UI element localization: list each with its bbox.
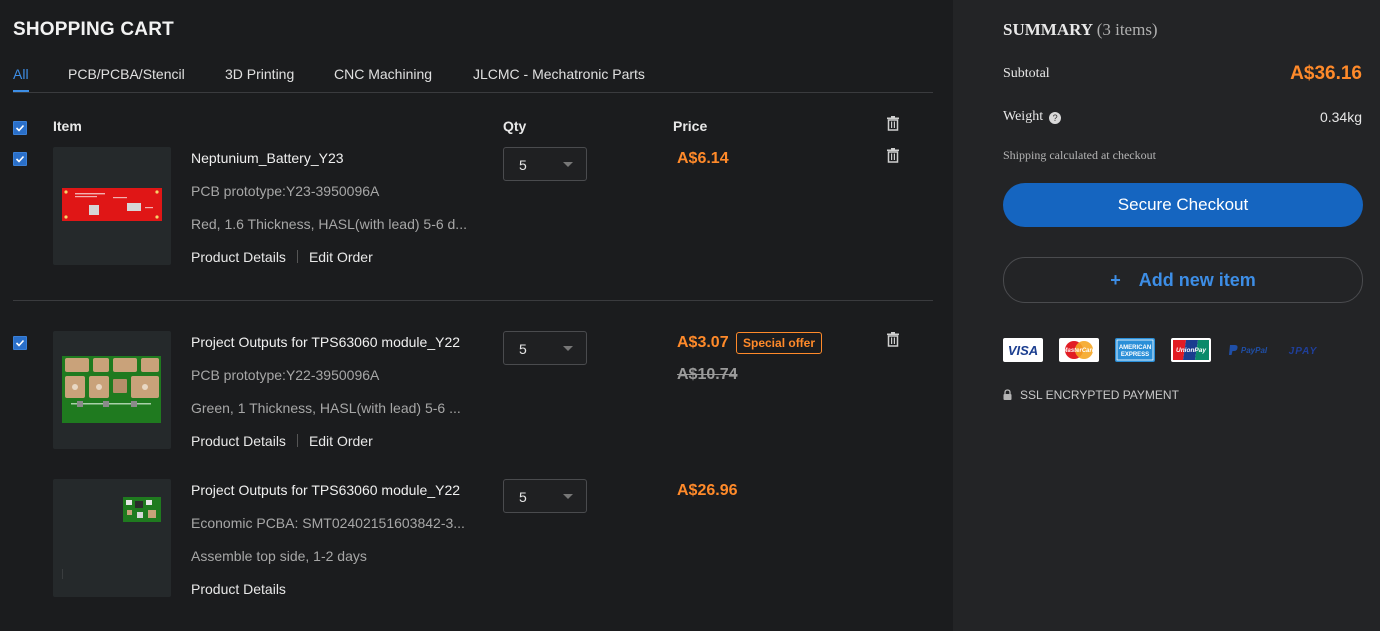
visa-label: VISA <box>1008 343 1038 358</box>
paypal-icon: PayPal <box>1229 345 1268 355</box>
item-2-thumbnail[interactable] <box>53 331 171 449</box>
tab-3d-printing[interactable]: 3D Printing <box>225 66 294 82</box>
jpay-label: JPAY <box>1289 346 1318 357</box>
item-1-qty-select[interactable]: 5 <box>503 147 587 181</box>
item-2-qty-value: 5 <box>519 341 527 357</box>
item-2-name[interactable]: Project Outputs for TPS63060 module_Y22 <box>191 334 460 350</box>
caret-down-icon <box>563 346 573 351</box>
jpay-icon: JPAY <box>1289 346 1318 357</box>
item-2-checkbox[interactable] <box>13 336 27 350</box>
column-header-qty: Qty <box>503 118 527 134</box>
item-2-product-details-link[interactable]: Product Details <box>191 433 286 449</box>
item-3-specs: Assemble top side, 1-2 days <box>191 548 367 564</box>
tab-pcb-pcba-stencil[interactable]: PCB/PCBA/Stencil <box>68 66 185 82</box>
item-2-original-price: A$10.74 <box>677 366 738 383</box>
item-1-checkbox[interactable] <box>13 152 27 166</box>
red-pcb-image-icon <box>62 188 162 221</box>
item-2-edit-order-link[interactable]: Edit Order <box>309 433 373 449</box>
caret-down-icon <box>563 494 573 499</box>
weight-label: Weight <box>1003 109 1044 124</box>
item-1-trash-icon[interactable] <box>885 147 901 163</box>
item-3-price: A$26.96 <box>677 482 738 499</box>
add-new-item-label: Add new item <box>1138 270 1256 290</box>
item-1-links: Product Details Edit Order <box>191 249 373 265</box>
tab-jlcmc-mechatronic-parts[interactable]: JLCMC - Mechatronic Parts <box>473 66 645 82</box>
special-offer-badge: Special offer <box>736 332 823 354</box>
item-1-qty-value: 5 <box>519 157 527 173</box>
item-1-edit-order-link[interactable]: Edit Order <box>309 249 373 265</box>
item-3-order-number: Economic PCBA: SMT02402151603842-3... <box>191 515 465 531</box>
weight-row: Weight? <box>1003 109 1062 125</box>
check-icon <box>15 155 25 163</box>
amex-label-line-1: AMERICAN <box>1119 345 1151 351</box>
help-icon[interactable]: ? <box>1049 112 1062 124</box>
item-3-product-details-link[interactable]: Product Details <box>191 581 286 597</box>
link-divider <box>296 250 298 263</box>
ssl-text: SSL ENCRYPTED PAYMENT <box>1020 388 1179 402</box>
item-1-product-details-link[interactable]: Product Details <box>191 249 286 265</box>
unionpay-label: UnionPay <box>1176 347 1206 354</box>
green-pcb-image-icon <box>62 356 161 423</box>
tab-cnc-machining[interactable]: CNC Machining <box>334 66 432 82</box>
mastercard-icon: MasterCard <box>1059 338 1099 362</box>
category-tabs: All PCB/PCBA/Stencil 3D Printing CNC Mac… <box>13 64 933 93</box>
link-divider <box>296 434 298 447</box>
select-all-checkbox[interactable] <box>13 121 27 135</box>
summary-heading: SUMMARY <box>1003 20 1093 39</box>
lock-icon <box>1003 389 1012 400</box>
pcba-image-icon <box>62 497 161 579</box>
amex-label-line-2: EXPRESS <box>1121 352 1149 358</box>
item-2-price: A$3.07 <box>677 334 729 351</box>
unionpay-icon: UnionPay <box>1171 338 1211 362</box>
item-2-qty-select[interactable]: 5 <box>503 331 587 365</box>
item-3-links: Product Details <box>191 581 286 597</box>
item-3-name[interactable]: Project Outputs for TPS63060 module_Y22 <box>191 482 460 498</box>
mastercard-label: MasterCard <box>1062 348 1095 354</box>
item-2-trash-icon[interactable] <box>885 331 901 347</box>
plus-icon: + <box>1110 270 1121 290</box>
caret-down-icon <box>563 162 573 167</box>
item-divider <box>13 300 933 301</box>
page-title: SHOPPING CART <box>13 19 174 40</box>
column-header-item: Item <box>53 118 82 134</box>
active-tab-indicator <box>13 90 29 92</box>
item-3-thumbnail[interactable] <box>53 479 171 597</box>
subtotal-value: A$36.16 <box>1290 63 1362 84</box>
american-express-icon: AMERICAN EXPRESS <box>1115 338 1155 362</box>
item-1-name[interactable]: Neptunium_Battery_Y23 <box>191 150 344 166</box>
tab-all[interactable]: All <box>13 66 29 82</box>
item-2-specs: Green, 1 Thickness, HASL(with lead) 5-6 … <box>191 400 461 416</box>
column-header-price: Price <box>673 118 708 134</box>
paypal-label: PayPal <box>1241 346 1268 355</box>
summary-panel <box>953 0 1380 631</box>
ssl-notice: SSL ENCRYPTED PAYMENT <box>1003 388 1179 402</box>
item-1-price: A$6.14 <box>677 150 729 167</box>
shipping-note: Shipping calculated at checkout <box>1003 148 1156 162</box>
item-3-qty-select[interactable]: 5 <box>503 479 587 513</box>
summary-item-count: (3 items) <box>1096 20 1158 39</box>
check-icon <box>15 339 25 347</box>
summary-title: SUMMARY (3 items) <box>1003 20 1158 40</box>
add-new-item-button[interactable]: + Add new item <box>1003 257 1363 303</box>
item-1-order-number: PCB prototype:Y23-3950096A <box>191 183 380 199</box>
item-2-order-number: PCB prototype:Y22-3950096A <box>191 367 380 383</box>
item-2-links: Product Details Edit Order <box>191 433 373 449</box>
weight-value: 0.34kg <box>1319 109 1362 125</box>
subtotal-label: Subtotal <box>1003 66 1050 81</box>
check-icon <box>15 124 25 132</box>
visa-card-icon: VISA <box>1003 338 1043 362</box>
secure-checkout-button[interactable]: Secure Checkout <box>1003 183 1363 227</box>
item-1-thumbnail[interactable] <box>53 147 171 265</box>
item-3-qty-value: 5 <box>519 489 527 505</box>
item-1-specs: Red, 1.6 Thickness, HASL(with lead) 5-6 … <box>191 216 467 232</box>
delete-all-trash-icon[interactable] <box>885 115 901 131</box>
